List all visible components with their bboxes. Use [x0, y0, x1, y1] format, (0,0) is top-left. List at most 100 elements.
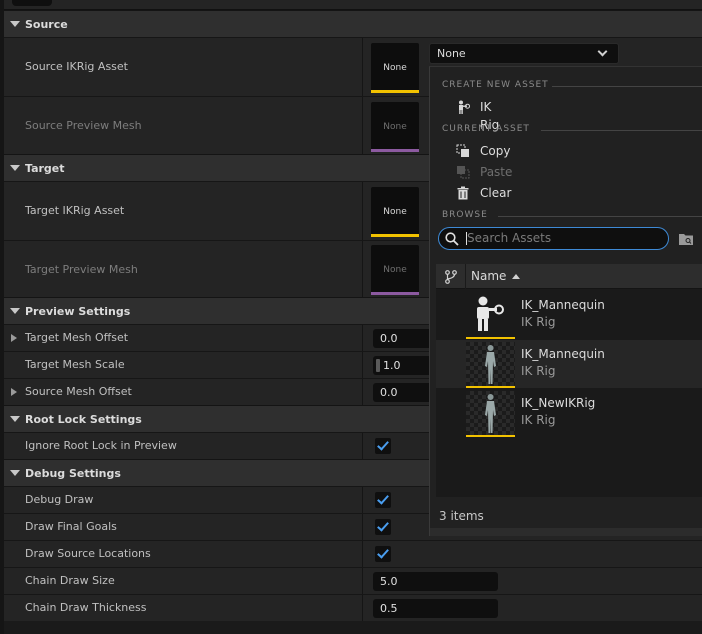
thumbnail-label: None — [383, 265, 407, 275]
property-label: Chain Draw Size — [25, 574, 115, 587]
column-splitter[interactable] — [362, 182, 363, 240]
thumbnail-label: None — [383, 63, 407, 73]
property-label: Draw Final Goals — [25, 520, 117, 533]
search-assets-input[interactable]: Search Assets — [438, 227, 669, 250]
collapse-arrow-icon — [10, 21, 20, 27]
category-title: Target — [25, 162, 65, 175]
asset-type: IK Rig — [521, 364, 556, 378]
asset-type: IK Rig — [521, 413, 556, 427]
item-count: 3 items — [439, 509, 484, 523]
column-splitter[interactable] — [362, 487, 363, 513]
target-mesh-thumbnail: None — [371, 245, 419, 295]
target-mesh-scale-slider[interactable]: 1.0 — [373, 356, 433, 375]
column-splitter[interactable] — [362, 325, 363, 351]
source-mesh-thumbnail: None — [371, 102, 419, 152]
asset-type-bar — [371, 234, 419, 237]
column-splitter[interactable] — [362, 568, 363, 594]
column-splitter[interactable] — [362, 514, 363, 540]
thumbnail-label: None — [383, 207, 407, 217]
asset-type-bar — [371, 292, 419, 295]
property-label: Target Preview Mesh — [25, 263, 138, 276]
category-title: Root Lock Settings — [25, 413, 142, 426]
section-header-browse: BROWSE — [442, 210, 488, 220]
search-placeholder: Search Assets — [467, 231, 552, 245]
source-ikrig-thumbnail[interactable]: None — [371, 43, 419, 93]
combo-value: None — [437, 47, 466, 60]
column-splitter[interactable] — [362, 433, 363, 459]
debug-draw-checkbox[interactable] — [375, 492, 391, 508]
asset-type-bar — [466, 435, 515, 437]
asset-type-bar — [466, 337, 515, 339]
top-bar — [4, 0, 702, 10]
ignore-root-lock-checkbox[interactable] — [375, 438, 391, 454]
column-header-name[interactable]: Name — [471, 264, 506, 289]
column-separator — [465, 264, 466, 289]
asset-type-bar — [371, 90, 419, 93]
property-label: Chain Draw Thickness — [25, 601, 147, 614]
section-divider — [552, 86, 702, 87]
asset-name: IK_Mannequin — [521, 347, 605, 361]
paste-icon — [457, 166, 470, 179]
expand-arrow-icon[interactable] — [11, 388, 17, 396]
source-control-icon[interactable] — [444, 270, 458, 284]
ikrig-icon — [459, 100, 470, 114]
category-source[interactable]: Source — [4, 10, 702, 37]
source-mesh-offset-field[interactable]: 0.0 — [373, 383, 433, 402]
target-ikrig-thumbnail[interactable]: None — [371, 187, 419, 237]
section-divider — [541, 130, 702, 131]
property-label: Target Mesh Scale — [25, 358, 125, 371]
property-label: Target Mesh Offset — [25, 331, 129, 344]
column-splitter[interactable] — [362, 352, 363, 378]
asset-thumbnail — [466, 342, 515, 388]
copy-icon — [456, 144, 469, 157]
asset-row[interactable]: IK_Mannequin IK Rig — [436, 340, 702, 388]
column-splitter[interactable] — [362, 241, 363, 297]
asset-row[interactable]: IK_NewIKRig IK Rig — [436, 389, 702, 437]
property-label: Source Preview Mesh — [25, 119, 142, 132]
property-label: Source IKRig Asset — [25, 60, 128, 73]
mannequin-thumbnail-icon — [485, 394, 496, 433]
property-label: Target IKRig Asset — [25, 204, 125, 217]
collapse-arrow-icon — [10, 308, 20, 314]
asset-name: IK_NewIKRig — [521, 396, 596, 410]
top-field[interactable] — [12, 0, 52, 6]
property-label: Ignore Root Lock in Preview — [25, 439, 177, 452]
chevron-down-icon — [597, 46, 608, 57]
asset-list-header: Name — [436, 264, 702, 289]
section-divider — [498, 216, 702, 217]
row-chain-draw-thickness: Chain Draw Thickness 0.5 — [4, 594, 702, 621]
property-label: Draw Source Locations — [25, 547, 151, 560]
category-title: Source — [25, 18, 68, 31]
category-title: Debug Settings — [25, 467, 121, 480]
row-chain-draw-size: Chain Draw Size 5.0 — [4, 567, 702, 594]
column-splitter[interactable] — [362, 38, 363, 96]
source-ikrig-combo[interactable]: None — [429, 43, 619, 64]
asset-row[interactable]: IK_Mannequin IK Rig — [436, 291, 702, 339]
column-splitter[interactable] — [362, 541, 363, 567]
column-splitter[interactable] — [362, 379, 363, 405]
asset-picker-menu: CREATE NEW ASSET IK Rig CURRENT ASSET Co… — [429, 66, 702, 536]
thumbnail-label: None — [383, 122, 407, 132]
expand-arrow-icon[interactable] — [11, 334, 17, 342]
draw-final-goals-checkbox[interactable] — [375, 519, 391, 535]
column-splitter[interactable] — [362, 595, 363, 621]
property-label: Source Mesh Offset — [25, 385, 132, 398]
section-header-current: CURRENT ASSET — [442, 124, 530, 134]
asset-name: IK_Mannequin — [521, 298, 605, 312]
menu-item-label: Copy — [480, 144, 511, 158]
chain-draw-size-field[interactable]: 5.0 — [373, 572, 498, 591]
draw-source-locations-checkbox[interactable] — [375, 546, 391, 562]
section-header-create: CREATE NEW ASSET — [442, 80, 549, 90]
collapse-arrow-icon — [10, 416, 20, 422]
target-mesh-offset-field[interactable]: 0.0 — [373, 329, 433, 348]
browse-folder-icon[interactable] — [678, 232, 694, 246]
asset-list: Name IK_Mannequin IK Rig IK_Mannequin IK… — [436, 264, 702, 497]
search-icon — [445, 232, 459, 246]
collapse-arrow-icon — [10, 470, 20, 476]
mannequin-thumbnail-icon — [485, 345, 496, 384]
asset-type-bar — [371, 149, 419, 152]
asset-thumbnail — [466, 293, 515, 339]
chain-draw-thickness-field[interactable]: 0.5 — [373, 599, 498, 618]
column-splitter[interactable] — [362, 97, 363, 154]
menu-item-label: Paste — [480, 165, 513, 179]
